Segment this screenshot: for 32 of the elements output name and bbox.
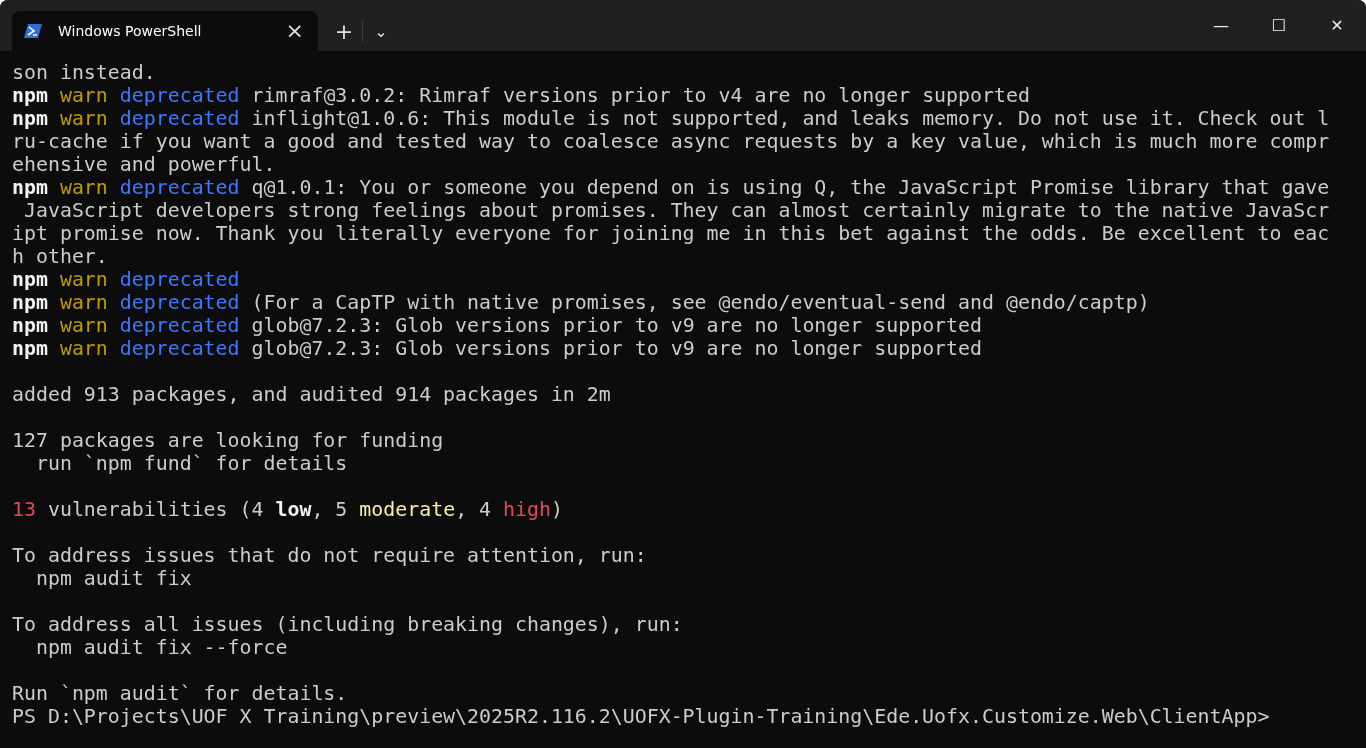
close-tab-button[interactable]: × xyxy=(283,20,306,42)
terminal-line: npm audit fix --force xyxy=(34,636,288,659)
terminal-line: ru-cache if you want a good and tested way to coalesce async requests by a key value, which is much more compr xyxy=(12,130,1330,153)
maximize-button[interactable]: ☐ xyxy=(1250,0,1308,51)
terminal-line: ipt promise now. Thank you literally everyone for joining me in this bet against the odds. Be excellent to eac xyxy=(12,222,1330,245)
terminal-line: To address all issues (including breaking changes), run: xyxy=(12,613,683,636)
terminal-line: ehensive and powerful. xyxy=(12,153,276,176)
terminal-line: npm warn deprecated xyxy=(12,268,240,291)
close-button[interactable]: ✕ xyxy=(1308,0,1366,51)
terminal-tab[interactable]: Windows PowerShell × xyxy=(12,11,318,51)
terminal-line: added 913 packages, and audited 914 packages in 2m xyxy=(12,383,611,406)
minimize-button[interactable]: — xyxy=(1192,0,1250,51)
new-tab-button[interactable]: + xyxy=(326,11,362,51)
terminal-line: npm warn deprecated glob@7.2.3: Glob versions prior to v9 are no longer supported xyxy=(12,337,983,360)
terminal-line: npm audit fix xyxy=(34,567,192,590)
terminal-line: 127 packages are looking for funding xyxy=(12,429,444,452)
terminal-line: npm warn deprecated glob@7.2.3: Glob versions prior to v9 are no longer supported xyxy=(12,314,983,337)
terminal-line: 13 vulnerabilities (4 low, 5 moderate, 4 high) xyxy=(12,498,563,521)
terminal-line: run `npm fund` for details xyxy=(34,452,348,475)
terminal-line: npm warn deprecated rimraf@3.0.2: Rimraf versions prior to v4 are no longer supported xyxy=(12,84,1030,107)
terminal-line: PS D:\Projects\UOF X Training\preview\2025R2.116.2\UOFX-Plugin-Training\Ede.Uofx.Customize.Web\ClientApp> xyxy=(12,705,1270,728)
dropdown-button[interactable]: ⌄ xyxy=(363,11,399,51)
terminal-line: npm warn deprecated q@1.0.1: You or someone you depend on is using Q, the JavaScript Promise library that gave xyxy=(12,176,1330,199)
terminal-line: npm warn deprecated inflight@1.0.6: This module is not supported, and leaks memory. Do not use it. Check out l xyxy=(12,107,1330,130)
terminal-line: Run `npm audit` for details. xyxy=(12,682,348,705)
terminal-line: npm warn deprecated (For a CapTP with native promises, see @endo/eventual-send and @endo/captp) xyxy=(12,291,1150,314)
terminal-line: To address issues that do not require attention, run: xyxy=(12,544,647,567)
terminal-line: son instead. xyxy=(12,61,156,84)
powershell-icon xyxy=(24,23,42,39)
terminal-line: JavaScript developers strong feelings about promises. They can almost certainly migrate to the native JavaScr xyxy=(22,199,1330,222)
tab-title: Windows PowerShell xyxy=(58,23,203,39)
terminal-line: h other. xyxy=(12,245,108,268)
